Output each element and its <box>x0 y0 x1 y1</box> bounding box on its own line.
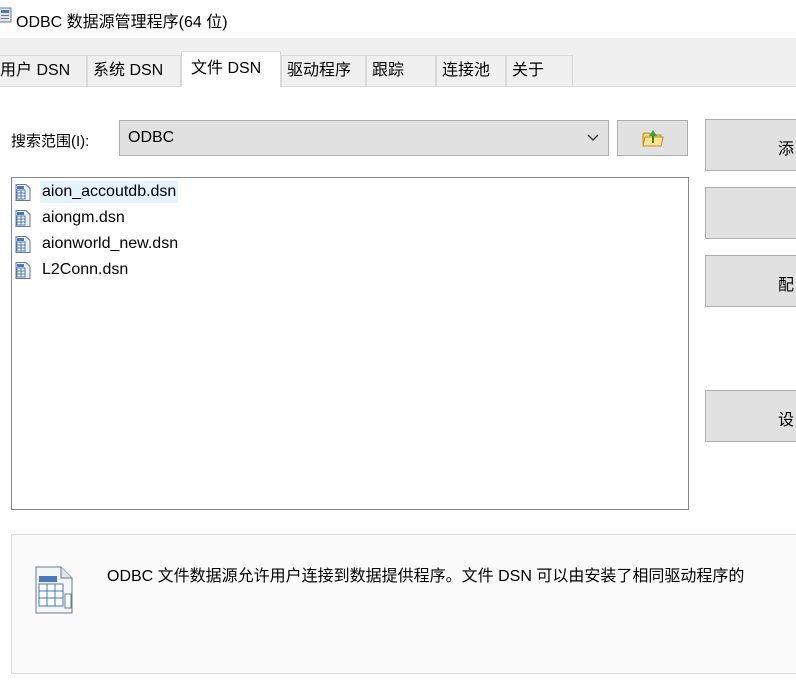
description-text: ODBC 文件数据源允许用户连接到数据提供程序。文件 DSN 可以由安装了相同驱… <box>107 568 745 585</box>
tab-drivers[interactable]: 驱动程序 <box>281 55 366 86</box>
tab-connection-pooling[interactable]: 连接池 <box>436 55 506 86</box>
search-scope-dropdown[interactable]: ODBC <box>119 120 609 156</box>
file-name: L2Conn.dsn <box>42 261 129 278</box>
file-name: aionworld_new.dsn <box>42 235 179 252</box>
chevron-down-icon <box>587 134 599 141</box>
tab-file-dsn[interactable]: 文件 DSN <box>181 51 281 87</box>
folder-up-icon <box>642 130 664 147</box>
description-panel: ODBC 文件数据源允许用户连接到数据提供程序。文件 DSN 可以由安装了相同驱… <box>11 534 796 674</box>
search-scope-label: 搜索范围(I): <box>11 133 90 150</box>
search-scope-value: ODBC <box>128 129 175 146</box>
tab-user-dsn[interactable]: 用户 DSN <box>0 55 87 86</box>
file-name: aion_accoutdb.dsn <box>40 181 179 203</box>
window-title: ODBC 数据源管理程序(64 位) <box>16 14 228 31</box>
dsn-file-icon <box>15 184 31 201</box>
file-name: aiongm.dsn <box>42 209 125 226</box>
dsn-file-icon <box>15 262 31 279</box>
remove-button[interactable] <box>705 187 796 239</box>
dsn-file-icon <box>15 236 31 253</box>
tab-divider <box>0 86 796 87</box>
tab-about[interactable]: 关于 <box>506 55 573 86</box>
add-button-label: 添 <box>778 141 795 158</box>
set-directory-button-label: 设 <box>778 412 795 429</box>
tab-system-dsn[interactable]: 系统 DSN <box>87 55 181 86</box>
set-directory-button[interactable]: 设 <box>705 390 796 442</box>
file-dsn-list[interactable]: aion_accoutdb.dsn aiongm.dsn aionworld_n… <box>11 177 689 510</box>
dsn-file-icon <box>15 210 31 227</box>
odbc-app-icon <box>0 7 12 23</box>
dsn-file-large-icon <box>35 566 73 614</box>
up-one-level-button[interactable] <box>617 120 688 156</box>
add-button[interactable]: 添 <box>705 119 796 171</box>
configure-button[interactable]: 配 <box>705 255 796 307</box>
configure-button-label: 配 <box>778 277 795 294</box>
title-bar: ODBC 数据源管理程序(64 位) <box>0 0 796 38</box>
tab-tracing[interactable]: 跟踪 <box>366 55 436 86</box>
